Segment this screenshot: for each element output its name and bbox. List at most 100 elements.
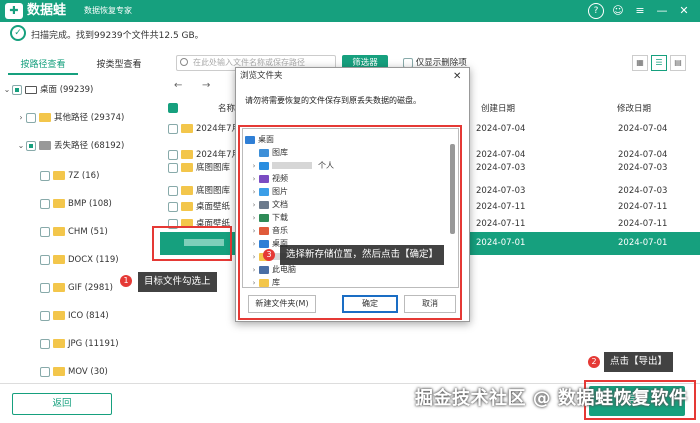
watermark: 掘金技术社区 @ 数据蛙恢复软件 xyxy=(415,388,688,409)
tree-item-label: GIF (2981) xyxy=(68,283,113,293)
folder-icon xyxy=(53,339,65,348)
chevron-down-icon[interactable]: ⌄ xyxy=(2,80,12,100)
step-badge: 3 xyxy=(263,249,275,261)
app-logo-icon: ✚ xyxy=(5,3,23,19)
created-date: 2024-07-01 xyxy=(476,238,526,248)
created-date: 2024-07-04 xyxy=(476,124,526,134)
folder-icon xyxy=(53,199,65,208)
checkbox[interactable] xyxy=(40,226,50,237)
tab-by-path[interactable]: 按路径查看 xyxy=(8,55,78,75)
checkbox[interactable] xyxy=(40,338,50,349)
tree-item-label: 7Z (16) xyxy=(68,171,100,181)
modified-date: 2024-07-04 xyxy=(618,124,668,134)
grid-view-icon[interactable]: ▦ xyxy=(632,55,648,71)
checkbox[interactable] xyxy=(40,198,50,209)
ok-button[interactable]: 确定 xyxy=(342,295,398,313)
chevron-right-icon[interactable]: › xyxy=(16,108,26,128)
tree-item-mov[interactable]: MOV (30) xyxy=(40,362,108,382)
folder-icon xyxy=(39,113,51,122)
checkbox[interactable] xyxy=(26,140,36,151)
tree-item-label: 丢失路径 (68192) xyxy=(54,141,125,151)
file-name: 底图图库 xyxy=(196,186,231,196)
column-name[interactable]: 名称 xyxy=(218,102,235,114)
drive-icon xyxy=(25,85,37,94)
minimize-icon[interactable]: — xyxy=(654,3,670,19)
tree-item-gif[interactable]: GIF (2981) xyxy=(40,278,113,298)
file-name: 底图图库 xyxy=(196,163,231,173)
tree-item-docx[interactable]: DOCX (119) xyxy=(40,250,119,270)
callout-choose-location: 选择新存储位置，然后点击【确定】 xyxy=(280,245,445,265)
checkbox[interactable] xyxy=(168,185,178,196)
folder-icon xyxy=(181,186,193,195)
modified-date: 2024-07-01 xyxy=(618,238,668,248)
tree-item-bmp[interactable]: BMP (108) xyxy=(40,194,112,214)
folder-icon xyxy=(39,141,51,150)
app-name: 数据蛙 xyxy=(27,3,67,18)
checkbox[interactable] xyxy=(403,57,413,68)
step-badge: 1 xyxy=(120,275,132,287)
file-name: 桌面壁纸 xyxy=(196,202,231,212)
back-button[interactable]: 返回 xyxy=(12,393,112,415)
callout-select-file: 目标文件勾选上 xyxy=(138,272,217,292)
callout-export: 点击【导出】 xyxy=(604,352,674,372)
tree-item-label: ICO (814) xyxy=(68,311,109,321)
folder-icon xyxy=(181,202,193,211)
tree-item-jpg[interactable]: JPG (11191) xyxy=(40,334,119,354)
tree-item-label: 桌面 (99239) xyxy=(40,85,94,95)
tree-item-label: DOCX (119) xyxy=(68,255,119,265)
folder-icon xyxy=(53,367,65,376)
back-arrow-icon[interactable]: ← xyxy=(174,80,182,91)
folder-icon xyxy=(53,227,65,236)
checkbox[interactable] xyxy=(168,162,178,173)
checkbox[interactable] xyxy=(40,366,50,377)
checkbox[interactable] xyxy=(40,254,50,265)
tree-item-label: MOV (30) xyxy=(68,367,108,377)
dialog-message: 请勿将需要恢复的文件保存到原丢失数据的磁盘。 xyxy=(245,96,421,105)
folder-icon xyxy=(53,171,65,180)
step-badge: 2 xyxy=(588,356,600,368)
chat-icon[interactable]: ☺ xyxy=(610,3,626,19)
dialog-title: 浏览文件夹 xyxy=(236,68,469,85)
checkbox[interactable] xyxy=(40,170,50,181)
checkbox[interactable] xyxy=(12,84,22,95)
folder-icon xyxy=(53,311,65,320)
tree-item-other-paths[interactable]: › 其他路径 (29374) xyxy=(16,108,124,128)
menu-icon[interactable]: ≡ xyxy=(632,3,648,19)
new-folder-button[interactable]: 新建文件夹(M) xyxy=(248,295,316,313)
scan-status-text: 扫描完成。找到99239个文件共12.5 GB。 xyxy=(31,31,204,41)
detail-view-icon[interactable]: ▤ xyxy=(670,55,686,71)
tree-item-lost-paths[interactable]: ⌄ 丢失路径 (68192) xyxy=(16,136,124,156)
tree-item-label: 其他路径 (29374) xyxy=(54,113,125,123)
folder-icon xyxy=(53,283,65,292)
list-view-icon[interactable]: ☰ xyxy=(651,55,667,71)
tree-item-label: CHM (51) xyxy=(68,227,108,237)
close-icon[interactable]: ✕ xyxy=(676,3,692,19)
forward-arrow-icon[interactable]: → xyxy=(202,80,210,91)
column-modified[interactable]: 修改日期 xyxy=(617,102,651,114)
search-icon xyxy=(180,58,188,66)
folder-icon xyxy=(181,163,193,172)
tree-item-label: BMP (108) xyxy=(68,199,112,209)
cancel-button[interactable]: 取消 xyxy=(404,295,456,313)
chevron-down-icon[interactable]: ⌄ xyxy=(16,136,26,156)
tree-item-label: JPG (11191) xyxy=(68,339,119,349)
tree-item-7z[interactable]: 7Z (16) xyxy=(40,166,99,186)
checkbox[interactable] xyxy=(26,112,36,123)
checkbox[interactable] xyxy=(40,282,50,293)
select-all-checkbox[interactable] xyxy=(168,103,178,114)
tree-item-chm[interactable]: CHM (51) xyxy=(40,222,108,242)
file-name: 2024年7月 xyxy=(196,124,241,134)
column-created[interactable]: 创建日期 xyxy=(481,102,515,114)
checkbox[interactable] xyxy=(168,201,178,212)
checkbox[interactable] xyxy=(40,310,50,321)
dialog-close-icon[interactable]: ✕ xyxy=(453,68,461,85)
tree-item-ico[interactable]: ICO (814) xyxy=(40,306,109,326)
created-date: 2024-07-03 xyxy=(476,163,526,173)
highlight-selected-file xyxy=(152,226,232,261)
checkbox[interactable] xyxy=(168,123,178,134)
tree-item-desktop[interactable]: ⌄ 桌面 (99239) xyxy=(2,80,93,100)
help-icon[interactable]: ? xyxy=(588,3,604,19)
modified-date: 2024-07-03 xyxy=(618,163,668,173)
app-tagline: 数据恢复专家 xyxy=(84,6,132,15)
tab-by-type[interactable]: 按类型查看 xyxy=(88,55,150,75)
